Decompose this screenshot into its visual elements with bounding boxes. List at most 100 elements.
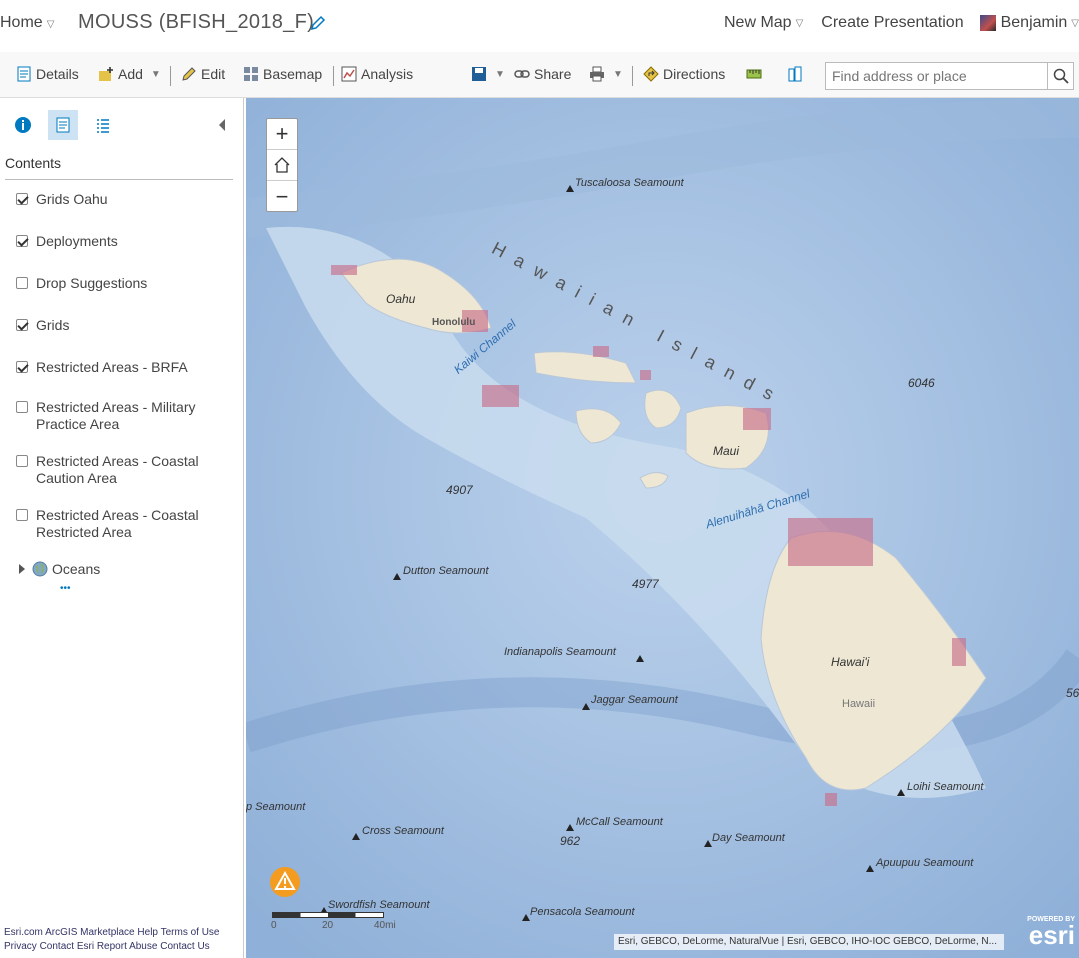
layer-group-label: Oceans <box>52 561 101 577</box>
toolbar-divider <box>333 66 334 86</box>
layer-item[interactable]: Grids <box>16 317 69 334</box>
basemap-label: Basemap <box>263 66 323 82</box>
avatar <box>979 15 996 31</box>
footer-link[interactable]: ArcGIS Marketplace <box>45 927 134 938</box>
layer-item[interactable]: Drop Suggestions <box>16 275 147 292</box>
layer-item[interactable]: Restricted Areas - Military Practice Are… <box>16 399 206 433</box>
map-title: MOUSS (BFISH_2018_F) <box>78 11 315 33</box>
details-button[interactable]: Details <box>16 66 79 82</box>
caret-down-icon: ▼ <box>495 68 505 80</box>
seamount-marker <box>704 840 712 847</box>
search-input[interactable] <box>825 62 1049 90</box>
edit-button[interactable]: Edit <box>181 66 225 82</box>
zoom-out-button[interactable]: − <box>267 181 297 212</box>
scale-label: 0 <box>271 920 277 931</box>
footer-links-row2: Privacy Contact Esri Report Abuse Contac… <box>4 941 210 952</box>
analysis-label: Analysis <box>361 66 414 82</box>
layer-item[interactable]: Deployments <box>16 233 118 250</box>
basemap-button[interactable]: Basemap <box>243 66 322 82</box>
add-button[interactable]: Add ▼ <box>98 66 161 82</box>
new-map-menu[interactable]: New Map ▽ <box>724 14 803 32</box>
edit-label: Edit <box>201 66 226 82</box>
search-icon <box>1053 68 1069 84</box>
link-icon <box>514 70 530 78</box>
user-menu[interactable]: Benjamin ▽ <box>979 14 1079 32</box>
seamount-label: Jaggar Seamount <box>591 694 678 706</box>
seamount-label: Loihi Seamount <box>907 781 984 793</box>
layer-checkbox[interactable] <box>16 193 28 205</box>
analysis-icon <box>341 66 357 82</box>
layer-checkbox[interactable] <box>16 235 28 247</box>
create-presentation-link[interactable]: Create Presentation <box>821 14 963 32</box>
chevron-left-icon <box>219 119 225 131</box>
depth-label: 962 <box>560 834 581 848</box>
tab-legend[interactable] <box>88 110 118 140</box>
legend-icon <box>97 119 109 133</box>
layer-checkbox[interactable] <box>16 319 28 331</box>
seamount-label: Swordfish Seamount <box>328 899 430 911</box>
chevron-down-icon: ▽ <box>795 17 804 29</box>
home-extent-button[interactable] <box>267 150 297 181</box>
more-options-icon[interactable]: ••• <box>60 580 71 597</box>
layer-label: Restricted Areas - Military Practice Are… <box>36 399 196 432</box>
warning-icon[interactable] <box>269 866 301 898</box>
layer-checkbox[interactable] <box>16 277 28 289</box>
footer-link[interactable]: Esri.com <box>4 927 43 938</box>
depth-label: 4907 <box>446 483 473 497</box>
footer-link[interactable]: Privacy <box>4 941 37 952</box>
footer-link[interactable]: Contact Us <box>160 941 209 952</box>
contents-heading: Contents <box>5 155 62 171</box>
attribution[interactable]: Esri, GEBCO, DeLorme, NaturalVue | Esri,… <box>614 934 1004 950</box>
share-button[interactable]: Share <box>514 66 571 82</box>
layer-item[interactable]: Restricted Areas - BRFA <box>16 359 188 376</box>
layer-item[interactable]: Grids Oahu <box>16 191 108 208</box>
toolbar-divider <box>632 66 633 86</box>
home-menu[interactable]: Home ▽ <box>0 14 54 32</box>
edit-title-icon[interactable] <box>309 14 327 32</box>
layer-checkbox[interactable] <box>16 455 28 467</box>
chevron-down-icon: ▽ <box>46 19 55 30</box>
directions-button[interactable]: Directions <box>643 66 725 82</box>
directions-icon <box>643 66 659 82</box>
footer-link[interactable]: Help <box>137 927 158 938</box>
collapse-panel-button[interactable] <box>212 110 232 140</box>
print-menu[interactable]: ▼ <box>589 66 623 82</box>
layer-label: Restricted Areas - Coastal Caution Area <box>36 453 199 486</box>
footer-link[interactable]: Terms of Use <box>161 927 220 938</box>
esri-logo[interactable]: POWERED BY esri <box>1015 916 1075 950</box>
footer-link[interactable]: Contact Esri <box>40 941 94 952</box>
add-layer-icon <box>99 67 113 81</box>
tab-content[interactable] <box>48 110 78 140</box>
layer-checkbox[interactable] <box>16 361 28 373</box>
footer-link[interactable]: Report Abuse <box>97 941 158 952</box>
toolbar-divider <box>170 66 171 86</box>
layer-checkbox[interactable] <box>16 401 28 413</box>
seamount-label: Cross Seamount <box>362 825 444 837</box>
sidebar: Contents Grids Oahu Deployments Drop Sug… <box>0 98 244 958</box>
depth-label: 4977 <box>632 577 659 591</box>
seamount-label: Pensacola Seamount <box>530 906 635 918</box>
analysis-button[interactable]: Analysis <box>341 66 413 82</box>
search-button[interactable] <box>1047 62 1074 90</box>
seamount-marker <box>566 185 574 192</box>
layer-group-oceans[interactable]: Oceans <box>18 561 100 578</box>
esri-wordmark: esri <box>1028 920 1075 950</box>
footer-links-row1: Esri.com ArcGIS Marketplace Help Terms o… <box>4 927 220 938</box>
seamount-label: Apuupuu Seamount <box>876 857 974 869</box>
expand-arrow-icon[interactable] <box>18 564 26 574</box>
save-menu[interactable]: ▼ <box>471 66 505 82</box>
layer-item[interactable]: Restricted Areas - Coastal Caution Area <box>16 453 206 487</box>
zoom-in-button[interactable]: + <box>267 119 297 150</box>
layer-item[interactable]: Restricted Areas - Coastal Restricted Ar… <box>16 507 206 541</box>
bookmarks-button[interactable] <box>787 66 803 82</box>
scale-label: 40mi <box>374 920 396 931</box>
depth-label: 56 <box>1066 686 1079 700</box>
details-label: Details <box>36 66 79 82</box>
content-icon <box>56 117 70 133</box>
map-view[interactable]: + − Hawaiian Islands Oahu Honolulu Kaiwi… <box>246 98 1079 958</box>
save-icon <box>472 67 486 81</box>
seamount-marker <box>897 789 905 796</box>
measure-button[interactable] <box>746 66 762 82</box>
tab-about[interactable] <box>8 110 38 140</box>
layer-checkbox[interactable] <box>16 509 28 521</box>
